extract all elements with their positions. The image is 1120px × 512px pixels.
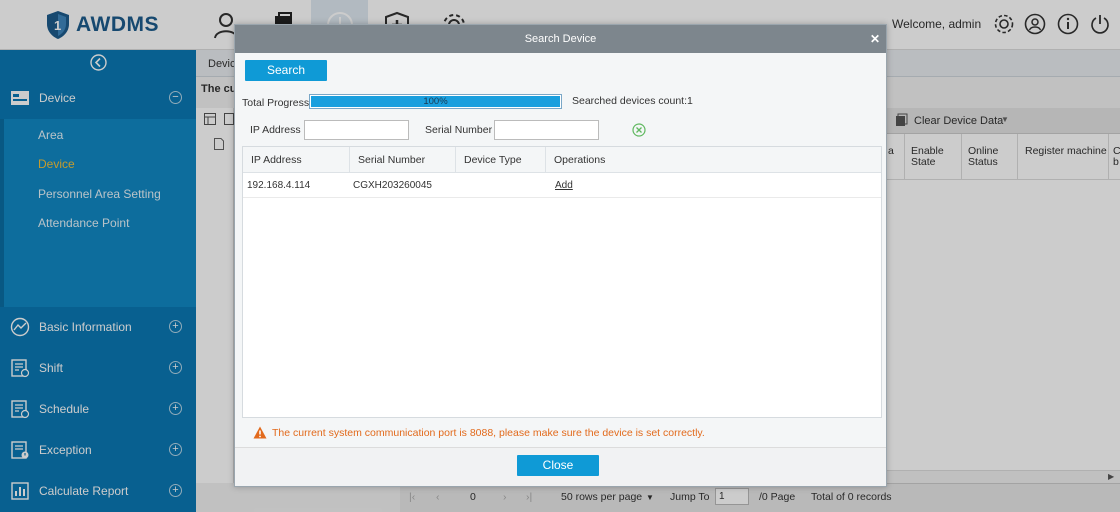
search-button[interactable]: Search: [245, 60, 327, 81]
column-header-serial-number: Serial Number: [350, 147, 456, 173]
add-device-link[interactable]: Add: [551, 174, 573, 198]
warning-icon: [253, 426, 267, 439]
warning-text: The current system communication port is…: [272, 426, 705, 439]
column-header-device-type: Device Type: [456, 147, 546, 173]
cell-device-type: [456, 174, 460, 198]
searched-count-label: Searched devices count:1: [572, 95, 693, 107]
search-results-table: IP Address Serial Number Device Type Ope…: [242, 146, 882, 418]
cell-ip-address: 192.168.4.114: [247, 180, 311, 191]
table-header: IP Address Serial Number Device Type Ope…: [243, 147, 881, 173]
clear-filter-icon[interactable]: [632, 123, 646, 137]
column-header-ip-address: IP Address: [243, 147, 350, 173]
port-warning: The current system communication port is…: [253, 426, 705, 439]
close-icon[interactable]: ✕: [870, 25, 880, 53]
serial-number-input[interactable]: [494, 120, 599, 140]
progress-fill: 100%: [311, 96, 560, 107]
close-button[interactable]: Close: [517, 455, 599, 476]
dialog-title: Search Device: [235, 25, 886, 53]
serial-number-label: Serial Number: [425, 124, 493, 136]
progress-bar: 100%: [309, 94, 562, 109]
search-device-dialog: Search Device ✕ Search Total Progress 10…: [234, 24, 887, 487]
progress-text: 100%: [423, 96, 448, 107]
ip-address-input[interactable]: [304, 120, 409, 140]
total-progress-label: Total Progress: [242, 97, 310, 109]
ip-address-label: IP Address: [250, 124, 301, 136]
cell-serial-number: CGXH203260045: [353, 180, 432, 191]
column-header-operations: Operations: [554, 154, 606, 166]
